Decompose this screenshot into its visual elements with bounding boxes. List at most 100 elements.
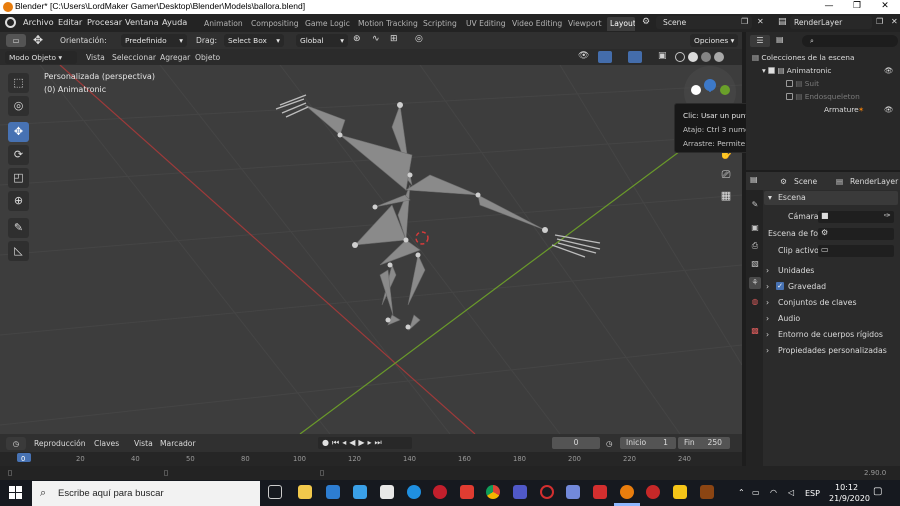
snap-icon[interactable]: ∿ [372, 34, 380, 44]
editor-type-icon[interactable]: ▭ [6, 34, 26, 47]
app-icon-5[interactable] [646, 485, 660, 499]
teams-icon[interactable] [513, 485, 527, 499]
tab-animation[interactable]: Animation [201, 17, 246, 31]
3d-viewport[interactable]: Personalizada (perspectiva) (0) Animatro… [0, 65, 742, 434]
section-propiedades-personalizadas[interactable]: Propiedades personalizadas [778, 346, 887, 355]
scale-tool[interactable]: ◰ [8, 168, 29, 188]
drag-dropdown[interactable]: Select Box ▾ [224, 34, 284, 47]
minimize-button[interactable]: — [815, 0, 843, 14]
overlay-toggle-icon[interactable] [628, 51, 642, 63]
include-checkbox[interactable] [768, 67, 776, 74]
xray-icon[interactable]: ▣ [658, 51, 667, 61]
menu-seleccionar[interactable]: Seleccionar [112, 53, 156, 62]
jump-end-icon[interactable]: ⏭ [375, 438, 385, 447]
menu-procesar[interactable]: Procesar [87, 17, 122, 27]
menu-agregar[interactable]: Agregar [160, 53, 190, 62]
playback-controls[interactable]: ●⏮◂◀▶▸⏭ [318, 437, 412, 449]
tab-video-editing[interactable]: Video Editing [509, 17, 565, 31]
menu-reproduccion[interactable]: Reproducción [34, 439, 86, 448]
outliner-scene-collection[interactable]: ▤ Colecciones de la escena [746, 51, 900, 64]
language-indicator[interactable]: ESP [805, 489, 820, 498]
volume-icon[interactable]: ◁ [788, 488, 794, 497]
section-entorno-cuerpos-rigidos[interactable]: Entorno de cuerpos rígidos [778, 330, 883, 339]
blender-taskbar-icon[interactable] [620, 485, 634, 499]
tool-tab-icon[interactable]: ✎ [749, 199, 761, 211]
tray-up-icon[interactable]: ⌃ [738, 488, 745, 497]
tab-viewport[interactable]: Viewport [565, 17, 605, 31]
store-icon[interactable] [353, 485, 367, 499]
tab-compositing[interactable]: Compositing [248, 17, 302, 31]
transform-tool[interactable]: ⊕ [8, 191, 29, 211]
taskbar-search-box[interactable]: ⌕ Escribe aquí para buscar [32, 481, 260, 506]
tab-game-logic[interactable]: Game Logic [302, 17, 353, 31]
section-unidades[interactable]: Unidades [778, 266, 814, 275]
outliner-item-animatronic[interactable]: ▾ ▤ Animatronic 👁 [746, 64, 900, 77]
chrome-icon[interactable] [486, 485, 500, 499]
properties-editor-type-icon[interactable]: ▤ [750, 175, 758, 184]
renderlayer-tab-label[interactable]: RenderLayer [850, 177, 898, 186]
outliner-item-endosqueleton[interactable]: ▤ Endosqueleton [746, 90, 900, 103]
battery-icon[interactable]: ▭ [752, 488, 760, 497]
include-checkbox[interactable] [786, 80, 793, 87]
eye-icon[interactable]: 👁 [884, 103, 893, 116]
menu-archivo[interactable]: Archivo [23, 17, 54, 27]
options-dropdown[interactable]: Opciones ▾ [690, 34, 738, 47]
solid-shading-icon[interactable] [688, 52, 698, 62]
pivot-icon[interactable]: ⊛ [353, 34, 361, 44]
outliner-item-suit[interactable]: ▤ Suit [746, 77, 900, 90]
menu-editar[interactable]: Editar [58, 17, 82, 27]
network-icon[interactable]: ◠ [770, 488, 777, 497]
outliner-editor-type-icon[interactable]: ☰ [750, 35, 770, 47]
material-shading-icon[interactable] [701, 52, 711, 62]
blender-menu-icon[interactable] [5, 17, 16, 28]
current-frame-field[interactable]: 0 [552, 437, 600, 449]
app-icon-3[interactable] [433, 485, 447, 499]
clock-time[interactable]: 10:12 [835, 483, 858, 492]
view-layer-tab-icon[interactable]: ▧ [749, 258, 761, 270]
next-key-icon[interactable]: ▸ [368, 438, 375, 447]
play-icon[interactable]: ▶ [358, 438, 367, 447]
acrobat-icon[interactable] [593, 485, 607, 499]
jump-start-icon[interactable]: ⏮ [332, 438, 342, 447]
app-icon-6[interactable] [673, 485, 687, 499]
background-scene-field[interactable]: ⚙ [818, 228, 894, 240]
transform-orientation-dropdown[interactable]: Global ▾ [296, 34, 348, 47]
render-tab-icon[interactable]: ▣ [749, 222, 761, 234]
menu-ventana[interactable]: Ventana [125, 17, 159, 27]
tab-scripting[interactable]: Scripting [420, 17, 460, 31]
camera-field[interactable]: ■ ✑ [818, 211, 894, 223]
start-frame-field[interactable]: Inicio 1 [620, 437, 676, 449]
measure-tool[interactable]: ◺ [8, 241, 29, 261]
renderlayer-selector[interactable]: RenderLayer [790, 16, 872, 29]
proportional-edit-icon[interactable]: ◎ [415, 34, 423, 44]
file-explorer-icon[interactable] [298, 485, 312, 499]
select-box-tool[interactable]: ⬚ [8, 73, 29, 93]
camera-view-icon[interactable]: ⎚ [717, 166, 735, 184]
eyedropper-icon[interactable]: ✑ [884, 211, 891, 220]
menu-vista[interactable]: Vista [86, 53, 105, 62]
wireframe-shading-icon[interactable] [675, 52, 685, 62]
visibility-icon[interactable]: 👁 [578, 51, 589, 61]
opera-icon[interactable] [540, 485, 554, 499]
discord-icon[interactable] [566, 485, 580, 499]
texture-tab-icon[interactable]: ▩ [749, 325, 761, 337]
new-renderlayer-icon[interactable]: ❐ [876, 17, 883, 26]
orientation-dropdown[interactable]: Predefinido ▾ [121, 34, 187, 47]
menu-objeto[interactable]: Objeto [195, 53, 220, 62]
app-icon-4[interactable] [460, 485, 474, 499]
app-icon-7[interactable] [700, 485, 714, 499]
remove-scene-icon[interactable]: ✕ [757, 17, 764, 26]
remove-renderlayer-icon[interactable]: ✕ [891, 17, 898, 26]
app-icon-2[interactable] [407, 485, 421, 499]
end-frame-field[interactable]: Fin 250 [678, 437, 730, 449]
rotate-tool[interactable]: ⟳ [8, 145, 29, 165]
scene-tab-label[interactable]: Scene [794, 177, 817, 186]
app-icon-1[interactable] [380, 485, 394, 499]
snap-target-icon[interactable]: ⊞ [390, 34, 398, 44]
include-checkbox[interactable] [786, 93, 793, 100]
maximize-button[interactable]: ❐ [843, 0, 871, 14]
section-gravedad[interactable]: Gravedad [788, 282, 826, 291]
menu-vista-timeline[interactable]: Vista [134, 439, 153, 448]
windows-start-icon[interactable] [9, 486, 22, 499]
ortho-grid-icon[interactable]: ▦ [717, 187, 735, 205]
